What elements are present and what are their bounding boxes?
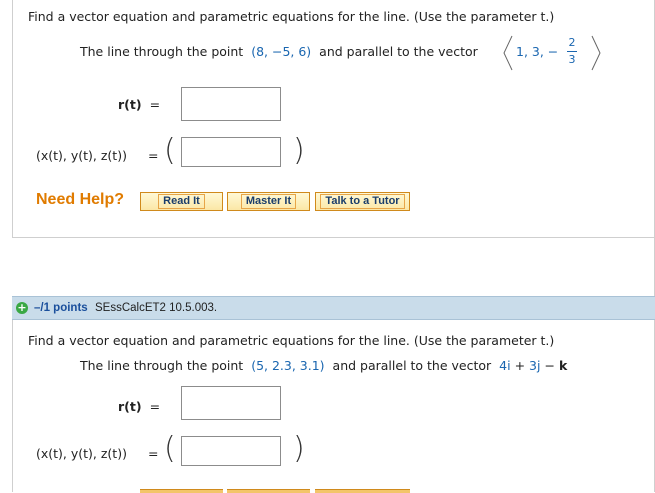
q1-frac-bar (567, 51, 577, 52)
read-it-label: Read It (158, 194, 205, 209)
need-help-label: Need Help? (36, 191, 125, 208)
q1-r-label-text: r(t) (118, 97, 142, 112)
q1-param-eq-input[interactable] (181, 137, 281, 167)
q2-left-paren: ( (164, 431, 176, 466)
q1-right-paren: ) (293, 133, 305, 168)
q2-left-border (12, 320, 13, 492)
q2-line-mid: and parallel to the vector (332, 358, 492, 373)
q1-left-paren: ( (164, 133, 176, 168)
q2-plus: + (514, 358, 526, 373)
q2-param-label: (x(t), y(t), z(t)) (36, 446, 127, 461)
q2-param-eq-input[interactable] (181, 436, 281, 466)
q2-line-text: The line through the point (5, 2.3, 3.1)… (80, 358, 567, 373)
q2-vec-k: k (558, 358, 568, 373)
q1-vector-eq-input[interactable] (181, 87, 281, 121)
q1-line-mid: and parallel to the vector (319, 44, 478, 59)
q1-bottom-divider (12, 237, 655, 238)
q2-r-label-text: r(t) (118, 399, 142, 414)
q1-line-text: The line through the point (8, −5, 6) an… (80, 44, 478, 59)
master-it-label: Master It (240, 194, 297, 209)
q2-vec-i: 4i (499, 358, 511, 373)
q2-point: (5, 2.3, 3.1) (251, 358, 325, 373)
q2-param-eq: = (148, 446, 159, 461)
q2-read-it-button-partial[interactable] (140, 489, 223, 493)
expand-icon[interactable]: + (16, 302, 28, 314)
q2-vector-eq-input[interactable] (181, 386, 281, 420)
q2-right-paren: ) (293, 431, 305, 466)
talk-to-tutor-button[interactable]: Talk to a Tutor (315, 192, 410, 211)
q1-vector-frac-den: 3 (568, 53, 576, 66)
q2-vec-j: 3j (529, 358, 541, 373)
q1-vector-components: 1, 3, − (516, 44, 559, 59)
q1-param-eq: = (148, 148, 159, 163)
q1-vector-frac-num: 2 (568, 36, 576, 49)
q1-instruction: Find a vector equation and parametric eq… (28, 9, 555, 24)
q1-r-eq: = (149, 97, 161, 112)
q2-master-it-button-partial[interactable] (227, 489, 310, 493)
q2-minus: − (544, 358, 555, 373)
q1-r-label: r(t) = (118, 97, 160, 112)
q2-vector: 4i + 3j − k (499, 358, 567, 373)
talk-to-tutor-label: Talk to a Tutor (320, 194, 405, 209)
q1-left-border (12, 0, 13, 238)
q2-r-label: r(t) = (118, 399, 160, 414)
q2-instruction: Find a vector equation and parametric eq… (28, 333, 555, 348)
q2-source: SEssCalcET2 10.5.003. (95, 302, 218, 314)
q2-header-bar: + –/1 points SEssCalcET2 10.5.003. (12, 296, 655, 320)
q1-point: (8, −5, 6) (251, 44, 312, 59)
q2-line-prefix: The line through the point (80, 358, 244, 373)
master-it-button[interactable]: Master It (227, 192, 310, 211)
q2-points: –/1 points (34, 302, 88, 314)
q1-line-prefix: The line through the point (80, 44, 244, 59)
read-it-button[interactable]: Read It (140, 192, 223, 211)
q2-r-eq: = (149, 399, 161, 414)
q2-tutor-button-partial[interactable] (315, 489, 410, 493)
q1-param-label: (x(t), y(t), z(t)) (36, 148, 127, 163)
